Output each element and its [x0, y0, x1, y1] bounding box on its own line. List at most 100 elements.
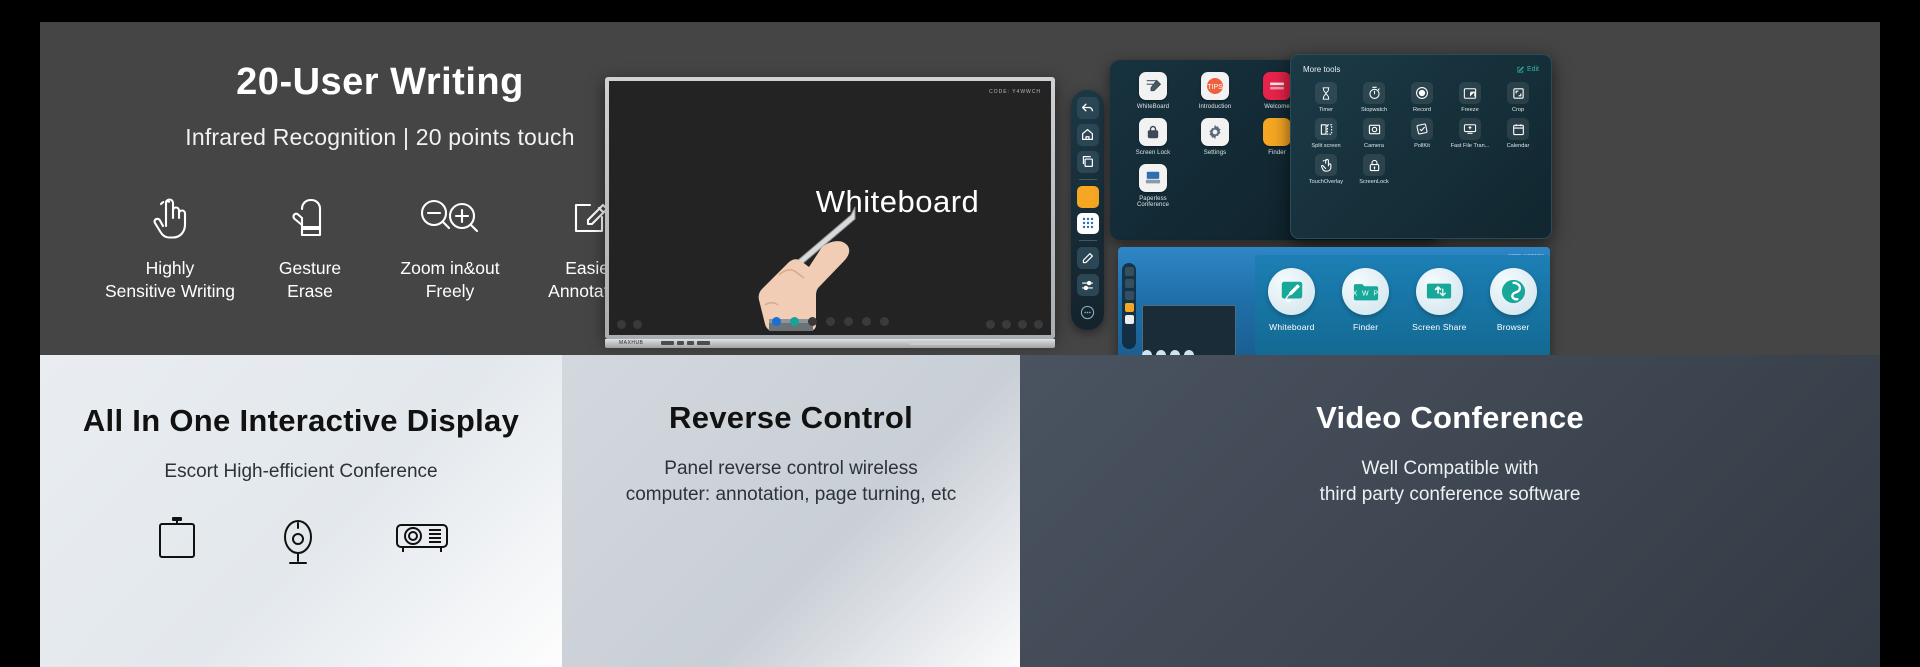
calendar-icon[interactable]	[1507, 118, 1529, 140]
toolbar-undo-tool[interactable]	[825, 316, 835, 326]
tips-app-icon[interactable]: TIPS	[1201, 72, 1229, 100]
toolbar-dot[interactable]	[1034, 320, 1043, 329]
tool-split-screen[interactable]: Split screen	[1303, 118, 1349, 149]
tool-calendar[interactable]: Calendar	[1495, 118, 1541, 149]
tool-label: Camera	[1364, 143, 1384, 149]
finder-circle-icon[interactable]: X W P	[1342, 268, 1390, 315]
tool-record[interactable]: Record	[1399, 82, 1445, 113]
app-settings[interactable]: Settings	[1186, 118, 1244, 156]
app-label: Settings	[1203, 150, 1227, 156]
rail-icon[interactable]	[1124, 291, 1134, 300]
home-icon[interactable]	[1076, 123, 1099, 146]
fast-file-transfer-icon[interactable]	[1459, 118, 1481, 140]
home-app-screen-share[interactable]: Screen Share	[1408, 268, 1470, 332]
hero-title: 20-User Writing	[236, 61, 524, 103]
rail-icon-amber[interactable]	[1124, 303, 1134, 312]
welcome-app-icon[interactable]	[1263, 72, 1291, 100]
whiteboard-circle-icon[interactable]	[1268, 268, 1316, 315]
camera-dome-icon	[275, 515, 321, 567]
home-app-whiteboard[interactable]: Whiteboard	[1261, 268, 1323, 332]
card-subtitle: Panel reverse control wireless computer:…	[562, 456, 1020, 507]
recents-icon[interactable]	[1076, 150, 1099, 173]
tool-camera[interactable]: Camera	[1351, 118, 1397, 149]
more-circle-icon[interactable]	[1077, 301, 1099, 323]
port	[677, 341, 684, 345]
app-whiteboard[interactable]: WhiteBoard	[1124, 72, 1182, 110]
finder-app-icon[interactable]	[1263, 118, 1291, 146]
stopwatch-icon[interactable]	[1363, 82, 1385, 104]
freeze-icon[interactable]	[1459, 82, 1481, 104]
tool-fast-file-transfer[interactable]: Fast File Tran...	[1447, 118, 1493, 149]
app-introduction[interactable]: TIPS Introduction	[1186, 72, 1244, 110]
home-app-finder[interactable]: X W P Finder	[1335, 268, 1397, 332]
card-reverse-control: Reverse Control Panel reverse control wi…	[562, 355, 1020, 667]
pencil-icon[interactable]	[1076, 247, 1099, 270]
touch-overlay-icon[interactable]	[1315, 154, 1337, 176]
rail-icon[interactable]	[1124, 267, 1134, 276]
amber-square-icon[interactable]	[1076, 185, 1099, 208]
tool-timer[interactable]: Timer	[1303, 82, 1349, 113]
feature-cards-row: All In One Interactive Display Escort Hi…	[40, 355, 1880, 667]
app-label: Screen Lock	[1135, 150, 1171, 156]
projector-icon	[393, 515, 451, 567]
lock-app-icon[interactable]	[1139, 118, 1167, 146]
tool-label: PollKit	[1414, 143, 1430, 149]
feature-row: Highly Sensitive Writing Gesture Erase Z…	[100, 189, 660, 303]
crop-icon[interactable]	[1507, 82, 1529, 104]
port-row	[661, 341, 710, 345]
split-screen-icon[interactable]	[1315, 118, 1337, 140]
paperless-conference-icon[interactable]	[1139, 164, 1167, 192]
floating-side-toolbar[interactable]	[1071, 90, 1104, 330]
rail-icon[interactable]	[1124, 279, 1134, 288]
tool-touch-overlay[interactable]: TouchOverlay	[1303, 154, 1349, 185]
toolbar-shape-tool[interactable]	[807, 316, 817, 326]
tool-pollkit[interactable]: PollKit	[1399, 118, 1445, 149]
sliders-icon[interactable]	[1076, 274, 1099, 297]
feature-label: Highly Sensitive Writing	[100, 257, 240, 303]
toolbar-pen-tool[interactable]	[771, 316, 781, 326]
toolbar-eraser-tool[interactable]	[789, 316, 799, 326]
tool-stopwatch[interactable]: Stopwatch	[1351, 82, 1397, 113]
toolbar-dot[interactable]	[1018, 320, 1027, 329]
screen-lock-icon[interactable]	[1363, 154, 1385, 176]
app-screen-lock[interactable]: Screen Lock	[1124, 118, 1182, 156]
brand-logo: MAXHUB	[619, 340, 644, 346]
app-paperless-conference[interactable]: Paperless Conference	[1124, 164, 1182, 208]
app-grid-icon[interactable]	[1076, 212, 1099, 235]
rail-icon-apps[interactable]	[1124, 315, 1134, 324]
back-arrow-icon[interactable]	[1076, 97, 1099, 119]
pollkit-icon[interactable]	[1411, 118, 1433, 140]
tv-bottom-bezel: MAXHUB	[605, 339, 1055, 351]
tool-crop[interactable]: Crop	[1495, 82, 1541, 113]
home-app-label: Whiteboard	[1269, 322, 1315, 332]
feature-zoom-in-out: Zoom in&out Freely	[380, 189, 520, 303]
feature-label: Zoom in&out Freely	[380, 257, 520, 303]
card-title: Reverse Control	[669, 400, 913, 435]
tool-screen-lock[interactable]: ScreenLock	[1351, 154, 1397, 185]
record-icon[interactable]	[1411, 82, 1433, 104]
toolbar-dot[interactable]	[986, 320, 995, 329]
hero-panel: 20-User Writing Infrared Recognition | 2…	[40, 22, 1880, 365]
camera-icon[interactable]	[1363, 118, 1385, 140]
touch-hand-icon	[100, 189, 240, 245]
screen-share-circle-icon[interactable]	[1415, 268, 1463, 315]
tool-label: Fast File Tran...	[1450, 143, 1490, 149]
card-subtitle-line2: computer: annotation, page turning, etc	[625, 483, 957, 505]
whiteboard-toolbar[interactable]	[609, 313, 1051, 329]
toolbar-dot[interactable]	[1002, 320, 1011, 329]
tool-label: Timer	[1318, 107, 1334, 113]
hourglass-icon[interactable]	[1315, 82, 1337, 104]
gear-app-icon[interactable]	[1201, 118, 1229, 146]
browser-circle-icon[interactable]	[1489, 268, 1537, 315]
whiteboard-app-icon[interactable]	[1139, 72, 1167, 100]
edit-button[interactable]: Edit	[1517, 66, 1539, 73]
tool-freeze[interactable]: Freeze	[1447, 82, 1493, 113]
toolbar-layout-tool[interactable]	[879, 316, 889, 326]
home-side-rail[interactable]	[1122, 263, 1136, 349]
toolbar-redo-tool[interactable]	[843, 316, 853, 326]
svg-text:X W P: X W P	[1352, 290, 1379, 297]
svg-text:TIPS: TIPS	[1207, 84, 1223, 91]
toolbar-right-group[interactable]	[986, 320, 1043, 329]
home-app-browser[interactable]: Browser	[1482, 268, 1544, 332]
toolbar-grid-tool[interactable]	[861, 316, 871, 326]
